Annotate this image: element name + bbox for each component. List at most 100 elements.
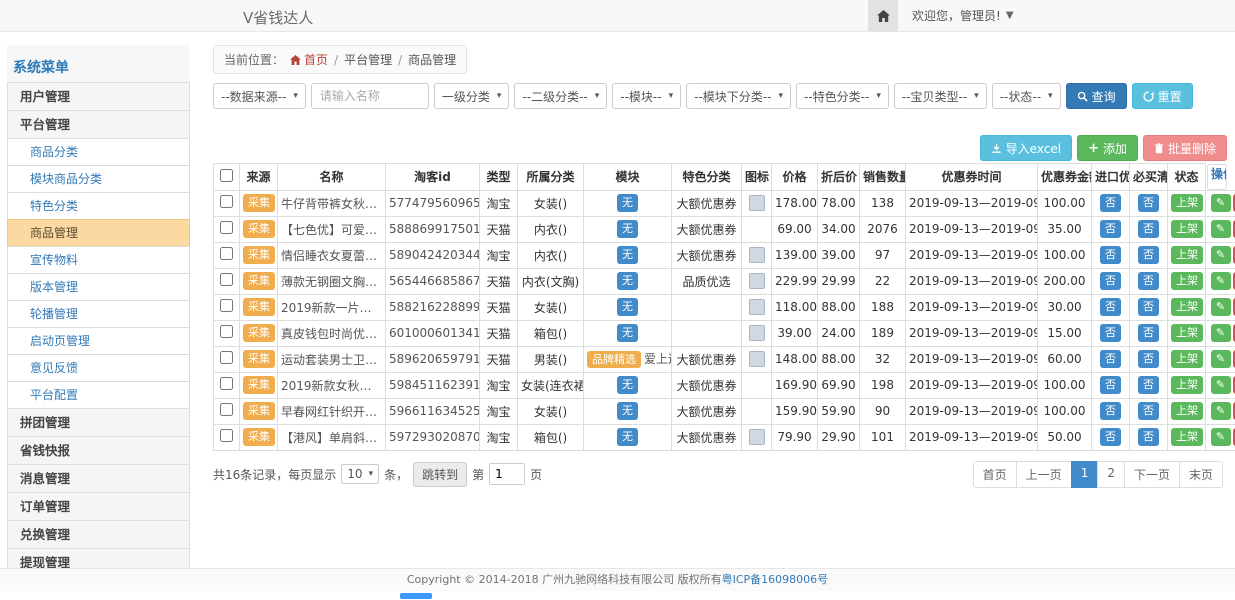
sidebar-sub-item[interactable]: 商品分类 [7,138,190,166]
status-badge[interactable]: 上架 [1171,350,1203,367]
sidebar-group-item[interactable]: 省钱快报 [7,436,190,465]
sidebar-sub-item[interactable]: 版本管理 [7,273,190,301]
edit-button[interactable]: ✎ [1211,272,1231,290]
must-buy-toggle[interactable]: 否 [1138,428,1159,445]
horizontal-scrollbar-thumb[interactable] [400,593,432,599]
import-select-toggle[interactable]: 否 [1100,376,1121,393]
icp-link[interactable]: 粤ICP备16098006号 [722,573,829,586]
import-select-toggle[interactable]: 否 [1100,324,1121,341]
module-badge[interactable]: 无 [617,194,638,211]
module-badge[interactable]: 无 [617,246,638,263]
module-badge[interactable]: 品牌精选 [587,351,641,368]
page-button[interactable]: 2 [1097,461,1125,488]
must-buy-toggle[interactable]: 否 [1138,324,1159,341]
must-buy-toggle[interactable]: 否 [1138,350,1159,367]
status-badge[interactable]: 上架 [1171,272,1203,289]
sidebar-sub-item[interactable]: 平台配置 [7,381,190,409]
row-checkbox[interactable] [220,325,233,338]
sidebar-group-item[interactable]: 平台管理 [7,110,190,139]
import-excel-button[interactable]: 导入excel [980,135,1072,161]
must-buy-toggle[interactable]: 否 [1138,376,1159,393]
edit-button[interactable]: ✎ [1211,376,1231,394]
import-select-toggle[interactable]: 否 [1100,402,1121,419]
filter-select[interactable]: --模块--▾ [612,83,681,109]
reset-button[interactable]: 重置 [1132,83,1193,109]
import-select-toggle[interactable]: 否 [1100,246,1121,263]
page-button[interactable]: 上一页 [1016,461,1072,488]
status-badge[interactable]: 上架 [1171,376,1203,393]
filter-select[interactable]: --状态--▾ [992,83,1061,109]
import-select-toggle[interactable]: 否 [1100,220,1121,237]
sidebar-group-item[interactable]: 订单管理 [7,492,190,521]
edit-button[interactable]: ✎ [1211,220,1231,238]
must-buy-toggle[interactable]: 否 [1138,402,1159,419]
status-badge[interactable]: 上架 [1171,324,1203,341]
sidebar-group-item[interactable]: 消息管理 [7,464,190,493]
sidebar-sub-item[interactable]: 启动页管理 [7,327,190,355]
name-search-input[interactable] [311,83,429,109]
status-badge[interactable]: 上架 [1171,298,1203,315]
row-checkbox[interactable] [220,403,233,416]
import-select-toggle[interactable]: 否 [1100,428,1121,445]
breadcrumb-item[interactable]: 平台管理 [344,51,392,68]
edit-button[interactable]: ✎ [1211,428,1231,446]
row-checkbox[interactable] [220,299,233,312]
page-button[interactable]: 首页 [973,461,1017,488]
filter-select[interactable]: 一级分类▾ [434,83,510,109]
filter-select[interactable]: --二级分类--▾ [514,83,607,109]
status-badge[interactable]: 上架 [1171,246,1203,263]
row-checkbox[interactable] [220,429,233,442]
jump-button[interactable]: 跳转到 [413,462,467,487]
sidebar-sub-item[interactable]: 意见反馈 [7,354,190,382]
filter-select[interactable]: --宝贝类型--▾ [894,83,987,109]
home-button[interactable] [868,0,898,31]
page-button[interactable]: 末页 [1179,461,1223,488]
module-badge[interactable]: 无 [617,428,638,445]
import-select-toggle[interactable]: 否 [1100,194,1121,211]
module-badge[interactable]: 无 [617,376,638,393]
sidebar-group-item[interactable]: 兑换管理 [7,520,190,549]
module-badge[interactable]: 无 [617,298,638,315]
status-badge[interactable]: 上架 [1171,428,1203,445]
row-checkbox[interactable] [220,273,233,286]
search-button[interactable]: 查询 [1066,83,1127,109]
sidebar-sub-item[interactable]: 商品管理 [7,219,190,247]
page-number-input[interactable] [489,463,525,485]
must-buy-toggle[interactable]: 否 [1138,272,1159,289]
per-page-select[interactable]: 10 ▾ [341,464,379,484]
filter-select[interactable]: --模块下分类--▾ [686,83,791,109]
status-badge[interactable]: 上架 [1171,402,1203,419]
sidebar-sub-item[interactable]: 轮播管理 [7,300,190,328]
select-all-checkbox[interactable] [220,169,233,182]
sidebar-group-item[interactable]: 提现管理 [7,548,190,569]
edit-button[interactable]: ✎ [1211,324,1231,342]
batch-delete-button[interactable]: 批量删除 [1143,135,1227,161]
add-button[interactable]: + 添加 [1077,135,1138,161]
row-checkbox[interactable] [220,377,233,390]
row-checkbox[interactable] [220,247,233,260]
user-menu[interactable]: 欢迎您，管理员! ▼ [912,7,1014,24]
sidebar-sub-item[interactable]: 特色分类 [7,192,190,220]
sidebar-group-item[interactable]: 拼团管理 [7,408,190,437]
must-buy-toggle[interactable]: 否 [1138,246,1159,263]
row-checkbox[interactable] [220,221,233,234]
must-buy-toggle[interactable]: 否 [1138,194,1159,211]
module-badge[interactable]: 无 [617,402,638,419]
must-buy-toggle[interactable]: 否 [1138,298,1159,315]
import-select-toggle[interactable]: 否 [1100,350,1121,367]
filter-select[interactable]: --数据来源--▾ [213,83,306,109]
module-badge[interactable]: 无 [617,272,638,289]
edit-button[interactable]: ✎ [1211,298,1231,316]
edit-button[interactable]: ✎ [1211,350,1231,368]
status-badge[interactable]: 上架 [1171,220,1203,237]
sidebar-group-item[interactable]: 用户管理 [7,82,190,111]
page-button[interactable]: 下一页 [1124,461,1180,488]
must-buy-toggle[interactable]: 否 [1138,220,1159,237]
import-select-toggle[interactable]: 否 [1100,272,1121,289]
edit-button[interactable]: ✎ [1211,246,1231,264]
module-badge[interactable]: 无 [617,220,638,237]
sidebar-sub-item[interactable]: 宣传物料 [7,246,190,274]
breadcrumb-home-link[interactable]: 首页 [290,51,328,68]
module-badge[interactable]: 无 [617,324,638,341]
edit-button[interactable]: ✎ [1211,402,1231,420]
